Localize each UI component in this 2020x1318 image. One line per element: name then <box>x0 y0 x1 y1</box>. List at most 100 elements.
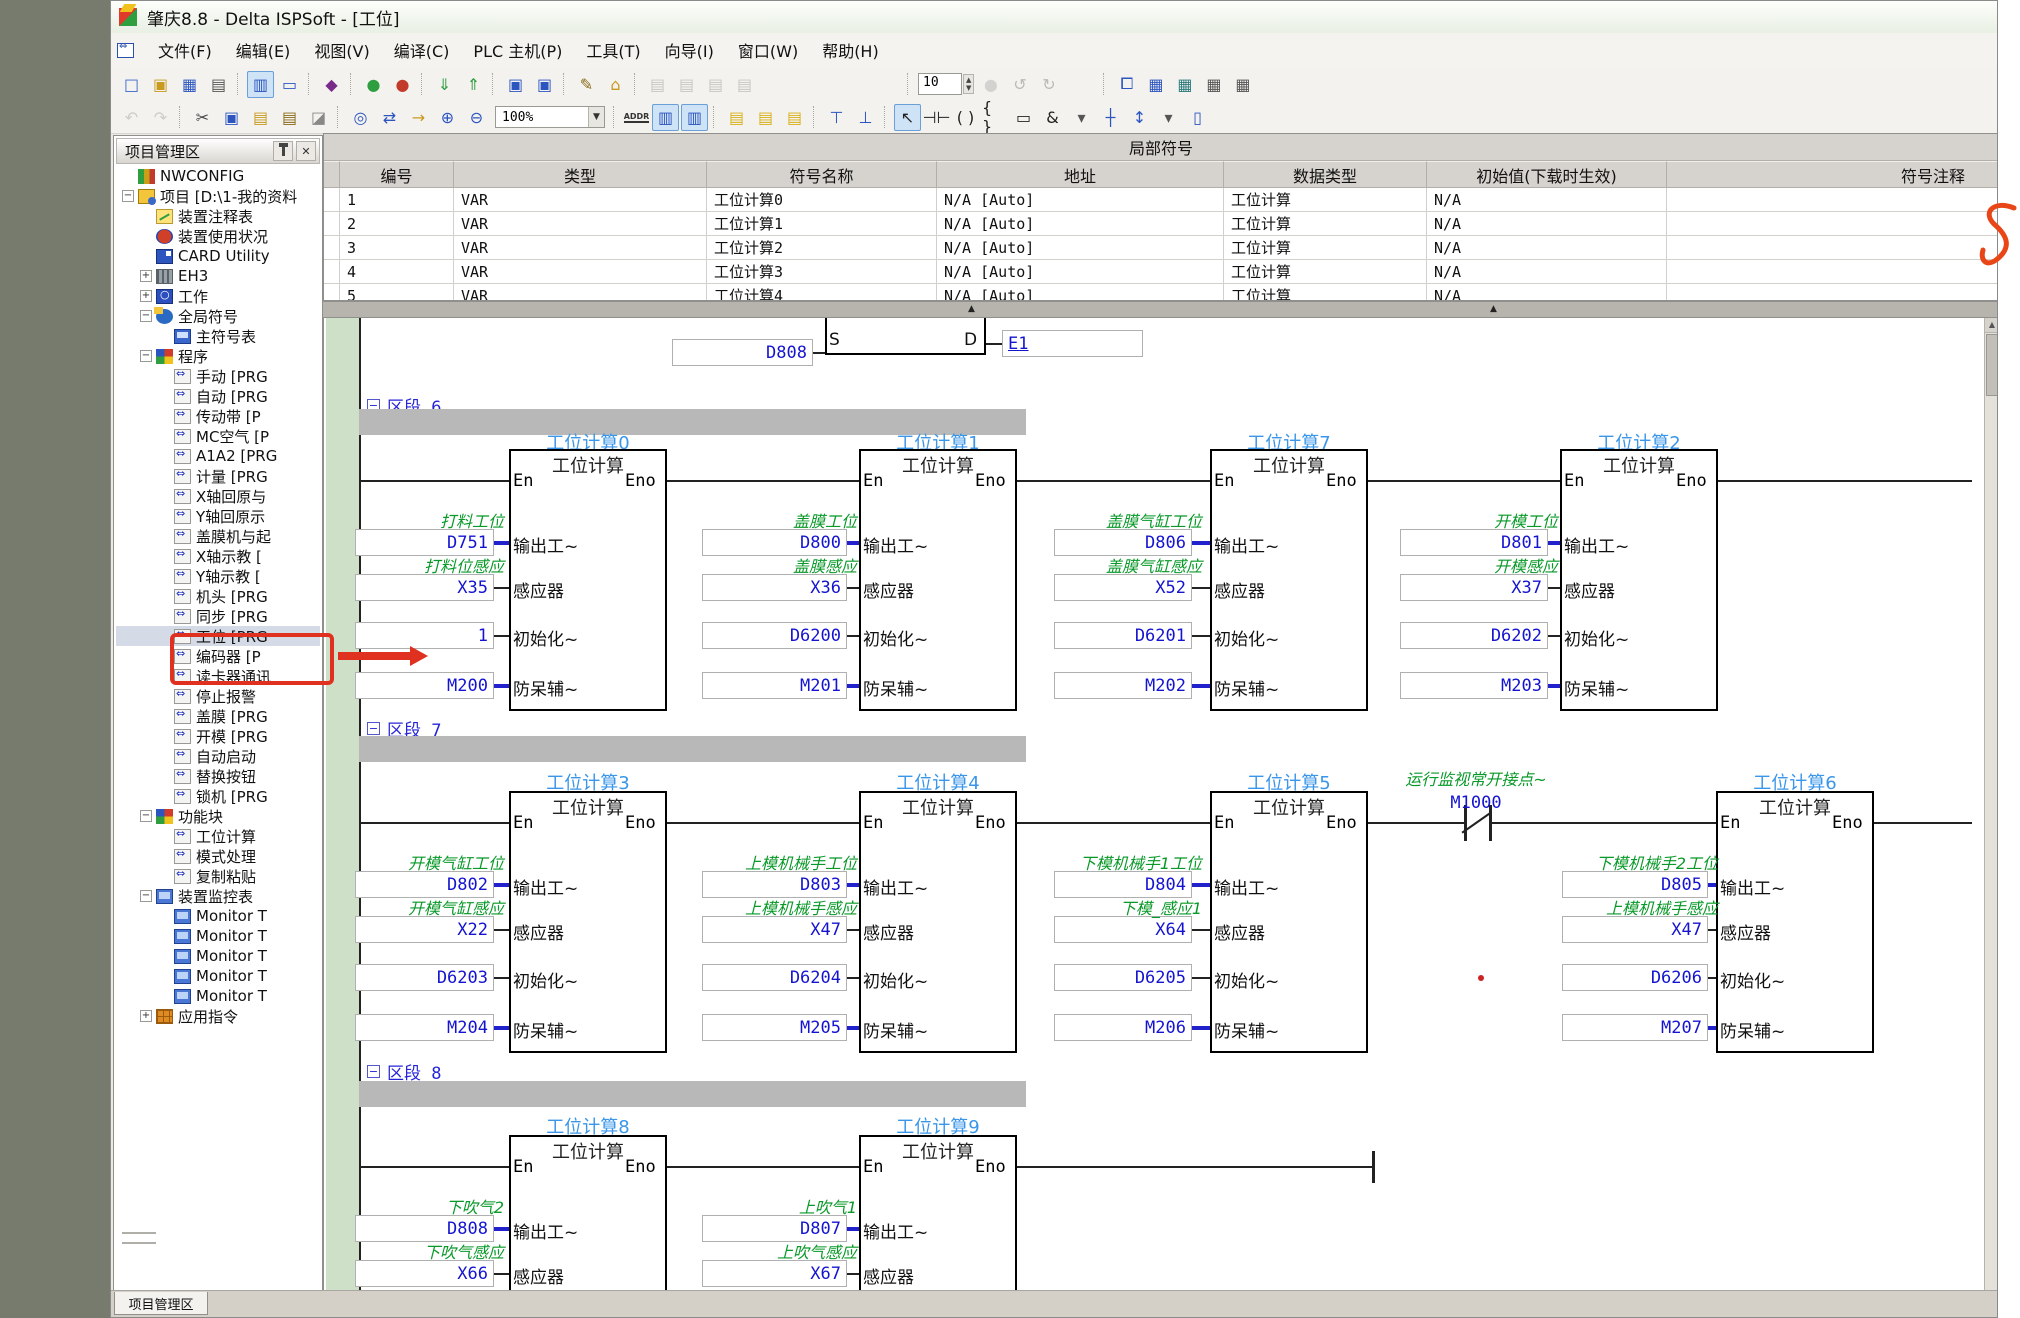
section-comment-bar[interactable] <box>359 736 1026 762</box>
cell-data-type[interactable]: 工位计算 <box>1224 212 1427 236</box>
operand-box[interactable]: X36 <box>702 574 847 601</box>
zoom-in-icon[interactable]: ⊕ <box>434 104 461 131</box>
tree-toggle-icon[interactable]: − <box>140 890 152 902</box>
tree-item[interactable]: A1A2 [PRG <box>116 446 320 466</box>
tree-item[interactable]: 工位计算 <box>116 826 320 846</box>
cell-number[interactable]: 2 <box>340 212 454 236</box>
project-panel-tab[interactable]: 项目管理区 <box>114 1292 208 1315</box>
operand-box[interactable]: D807 <box>702 1215 847 1242</box>
menu-item[interactable]: 编译(C) <box>382 34 462 66</box>
insert-network-below-icon[interactable]: ⊥ <box>852 104 879 131</box>
doc-gray-3-icon[interactable]: ▤ <box>702 71 729 98</box>
operand-box[interactable]: M205 <box>702 1014 847 1041</box>
ladder-canvas[interactable]: ▲ D808SDE1−区段 6工位计算0工位计算EnEno输出工~D751打料工… <box>323 318 1998 1293</box>
operand-box[interactable]: X67 <box>702 1260 847 1287</box>
paste-icon[interactable]: ▤ <box>247 104 274 131</box>
operand-box[interactable]: X37 <box>1400 574 1548 601</box>
operand-box[interactable]: D6202 <box>1400 622 1548 649</box>
add-bookmark-icon[interactable]: ▤ <box>723 104 750 131</box>
operand-box[interactable]: D6201 <box>1054 622 1192 649</box>
cell-symbol-name[interactable]: 工位计算0 <box>707 188 937 212</box>
select-cursor-icon[interactable]: ↖ <box>894 104 921 131</box>
pin-panel-button[interactable] <box>273 141 293 161</box>
operand-box[interactable]: M204 <box>355 1014 494 1041</box>
grid-2-icon[interactable]: ▦ <box>1229 71 1256 98</box>
tree-item[interactable]: 装置使用状况 <box>116 226 320 246</box>
device-monitor-icon[interactable]: ▣ <box>531 71 558 98</box>
tree-item[interactable]: X轴回原与 <box>116 486 320 506</box>
cell-address[interactable]: N/A [Auto] <box>937 284 1224 301</box>
goto-icon[interactable]: → <box>405 104 432 131</box>
cell-address[interactable]: N/A [Auto] <box>937 188 1224 212</box>
section-comment-bar[interactable] <box>359 1081 1026 1107</box>
tree-item[interactable]: X轴示教 [ <box>116 546 320 566</box>
partial-function-block[interactable] <box>825 318 986 355</box>
operand-box[interactable]: D6200 <box>702 622 847 649</box>
cell-type[interactable]: VAR <box>454 188 707 212</box>
tree-item[interactable]: 手动 [PRG <box>116 366 320 386</box>
tree-toggle-icon[interactable]: + <box>140 1010 152 1022</box>
operand-box[interactable]: D6204 <box>702 964 847 991</box>
cell-initial-value[interactable]: N/A <box>1427 260 1667 284</box>
operator-and-label[interactable]: & <box>1039 104 1066 131</box>
tree-toggle-icon[interactable]: − <box>122 190 134 202</box>
operand-box[interactable]: M207 <box>1562 1014 1708 1041</box>
operand-box[interactable]: D6206 <box>1562 964 1708 991</box>
tree-toggle-icon[interactable]: − <box>140 350 152 362</box>
operand-box[interactable]: D6205 <box>1054 964 1192 991</box>
cell-symbol-name[interactable]: 工位计算3 <box>707 260 937 284</box>
updown-line-icon[interactable]: ↕ <box>1126 104 1153 131</box>
menu-item[interactable]: 视图(V) <box>302 34 381 66</box>
operand-box[interactable]: M202 <box>1054 672 1192 699</box>
operand-box[interactable]: X52 <box>1054 574 1192 601</box>
cell-type[interactable]: VAR <box>454 260 707 284</box>
find-icon[interactable]: ◎ <box>347 104 374 131</box>
operand-box[interactable]: 1 <box>355 622 494 649</box>
print-icon[interactable]: ▤ <box>205 71 232 98</box>
operand-box[interactable]: M200 <box>355 672 494 699</box>
cell-type[interactable]: VAR <box>454 236 707 260</box>
cell-data-type[interactable]: 工位计算 <box>1224 260 1427 284</box>
comment-view-icon[interactable]: ▥ <box>681 104 708 131</box>
cell-number[interactable]: 1 <box>340 188 454 212</box>
cell-initial-value[interactable]: N/A <box>1427 236 1667 260</box>
rotate-cw-icon[interactable]: ↻ <box>1035 71 1062 98</box>
cell-address[interactable]: N/A [Auto] <box>937 236 1224 260</box>
edit-tools-icon[interactable]: ✎ <box>573 71 600 98</box>
tree-toggle-icon[interactable]: − <box>140 310 152 322</box>
close-panel-button[interactable]: ✕ <box>296 141 316 161</box>
insert-network-above-icon[interactable]: ⊤ <box>823 104 850 131</box>
doc-gray-1-icon[interactable]: ▤ <box>644 71 671 98</box>
cell-data-type[interactable]: 工位计算 <box>1224 236 1427 260</box>
cell-data-type[interactable]: 工位计算 <box>1224 284 1427 301</box>
operand-box[interactable]: D800 <box>702 529 847 556</box>
menu-item[interactable]: 工具(T) <box>574 34 652 66</box>
tree-item[interactable]: 自动启动 <box>116 746 320 766</box>
menu-item[interactable]: PLC 主机(P) <box>461 34 574 66</box>
cell-data-type[interactable]: 工位计算 <box>1224 188 1427 212</box>
cell-symbol-name[interactable]: 工位计算2 <box>707 236 937 260</box>
menu-item[interactable]: 帮助(H) <box>810 34 891 66</box>
operand-box[interactable]: D808 <box>672 339 813 366</box>
chevron-down-icon[interactable]: ▼ <box>588 107 604 127</box>
cell-initial-value[interactable]: N/A <box>1427 188 1667 212</box>
horizontal-splitter[interactable]: ▲ ▲ <box>323 301 1998 318</box>
operand-box[interactable]: D804 <box>1054 871 1192 898</box>
undo-icon[interactable]: ↶ <box>118 104 145 131</box>
tree-item[interactable]: 盖膜 [PRG <box>116 706 320 726</box>
tree-item[interactable]: Y轴回原示 <box>116 506 320 526</box>
tree-item[interactable]: MC空气 [P <box>116 426 320 446</box>
calendar-grid-icon[interactable]: ▦ <box>1171 71 1198 98</box>
simulator-stop-icon[interactable]: ● <box>389 71 416 98</box>
tree-item[interactable]: Monitor T <box>116 906 320 926</box>
section-collapse-icon[interactable]: − <box>367 1065 380 1078</box>
replace-icon[interactable]: ⇄ <box>376 104 403 131</box>
line-dropdown-icon[interactable]: ▾ <box>1155 104 1182 131</box>
tree-item[interactable]: Y轴示教 [ <box>116 566 320 586</box>
operand-box[interactable]: D6203 <box>355 964 494 991</box>
simulator-run-icon[interactable]: ● <box>360 71 387 98</box>
tree-item[interactable]: 盖膜机与起 <box>116 526 320 546</box>
zoom-out-icon[interactable]: ⊖ <box>463 104 490 131</box>
new-document-icon[interactable]: □ <box>118 71 145 98</box>
operand-box[interactable]: E1 <box>1002 330 1143 357</box>
